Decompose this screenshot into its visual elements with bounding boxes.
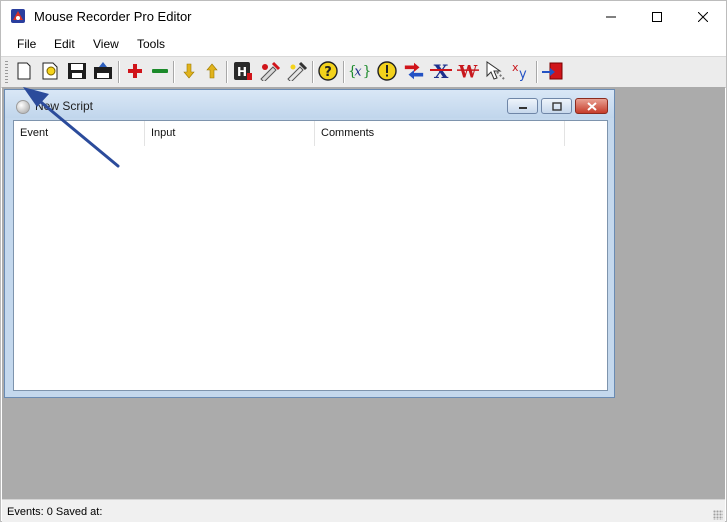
close-button[interactable] (680, 1, 726, 32)
help-icon: ? (318, 61, 338, 81)
swap-button[interactable] (403, 60, 425, 82)
events-list-header: Event Input Comments (14, 121, 607, 146)
menu-tools[interactable]: Tools (135, 37, 167, 51)
new-script-icon (17, 62, 31, 80)
minimize-icon (518, 107, 527, 109)
open-script-icon (42, 62, 58, 80)
save-as-button[interactable] (92, 60, 114, 82)
minimize-button[interactable] (588, 1, 634, 32)
app-logo-icon (10, 8, 26, 24)
column-header-input[interactable]: Input (145, 121, 315, 146)
script-minimize-button[interactable] (507, 98, 538, 114)
menu-bar: File Edit View Tools (1, 32, 726, 55)
hotkey-button[interactable]: H (232, 60, 254, 82)
script-window-icon (16, 100, 30, 114)
exit-icon (542, 62, 563, 80)
open-script-button[interactable] (39, 60, 61, 82)
move-up-icon (206, 63, 218, 79)
events-list[interactable]: Event Input Comments (13, 120, 608, 391)
variable-button[interactable]: {x} (348, 60, 370, 82)
svg-text:y: y (519, 67, 527, 81)
svg-text:x: x (354, 65, 362, 80)
svg-text:?: ? (324, 65, 332, 80)
maximize-icon (551, 101, 562, 111)
script-maximize-button[interactable] (541, 98, 572, 114)
script-close-button[interactable] (575, 98, 608, 114)
exit-button[interactable] (541, 60, 563, 82)
menu-edit[interactable]: Edit (52, 37, 77, 51)
toolbar-grip[interactable] (5, 61, 8, 83)
minimize-icon (606, 16, 616, 17)
edit-event-icon (260, 61, 281, 81)
delete-x-icon: X (430, 61, 452, 81)
save-icon (68, 63, 86, 79)
delete-x-button[interactable]: X (430, 60, 452, 82)
info-button[interactable] (376, 60, 398, 82)
svg-text:}: } (363, 64, 370, 80)
move-up-button[interactable] (201, 60, 223, 82)
add-event-button[interactable] (124, 60, 146, 82)
move-down-icon (183, 63, 195, 79)
save-as-icon (94, 62, 112, 79)
mouse-cursor-button[interactable] (484, 60, 506, 82)
resize-grip[interactable] (713, 510, 723, 520)
delete-w-button[interactable]: W (457, 60, 479, 82)
script-window-title: New Script (35, 99, 94, 113)
info-icon (377, 61, 397, 81)
script-window-title-bar[interactable]: New Script (5, 90, 614, 118)
edit-comment-button[interactable] (286, 60, 308, 82)
help-button[interactable]: ? (317, 60, 339, 82)
menu-view[interactable]: View (91, 37, 121, 51)
close-icon (698, 11, 708, 22)
status-text: Events: 0 Saved at: (7, 506, 103, 518)
add-event-icon (128, 64, 142, 78)
status-bar: Events: 0 Saved at: (2, 499, 725, 522)
new-script-button[interactable] (13, 60, 35, 82)
variable-icon: {x} (348, 64, 370, 80)
xy-coordinates-button[interactable]: xy (510, 60, 532, 82)
xy-coordinates-icon: xy (512, 61, 527, 81)
close-icon (586, 101, 597, 111)
app-window: Mouse Recorder Pro Editor File Edit View… (0, 0, 727, 522)
remove-event-button[interactable] (149, 60, 171, 82)
maximize-icon (652, 11, 662, 22)
remove-event-icon (152, 69, 168, 73)
toolbar: H ? {x} X W xy (1, 56, 726, 88)
edit-event-button[interactable] (259, 60, 281, 82)
mouse-cursor-icon (486, 61, 505, 80)
column-header-event[interactable]: Event (14, 121, 145, 146)
menu-file[interactable]: File (15, 37, 38, 51)
maximize-button[interactable] (634, 1, 680, 32)
column-header-comments[interactable]: Comments (315, 121, 565, 146)
title-bar[interactable]: Mouse Recorder Pro Editor (1, 1, 726, 32)
delete-w-icon: W (457, 62, 479, 81)
save-button[interactable] (66, 60, 88, 82)
script-window: New Script Event Input Comments (4, 89, 615, 398)
move-down-button[interactable] (178, 60, 200, 82)
swap-icon (404, 62, 424, 80)
svg-text:x: x (512, 61, 519, 74)
svg-text:W: W (458, 62, 478, 81)
svg-text:H: H (237, 65, 247, 79)
hotkey-icon: H (234, 62, 252, 80)
window-title: Mouse Recorder Pro Editor (34, 9, 192, 24)
edit-comment-icon (287, 61, 308, 81)
